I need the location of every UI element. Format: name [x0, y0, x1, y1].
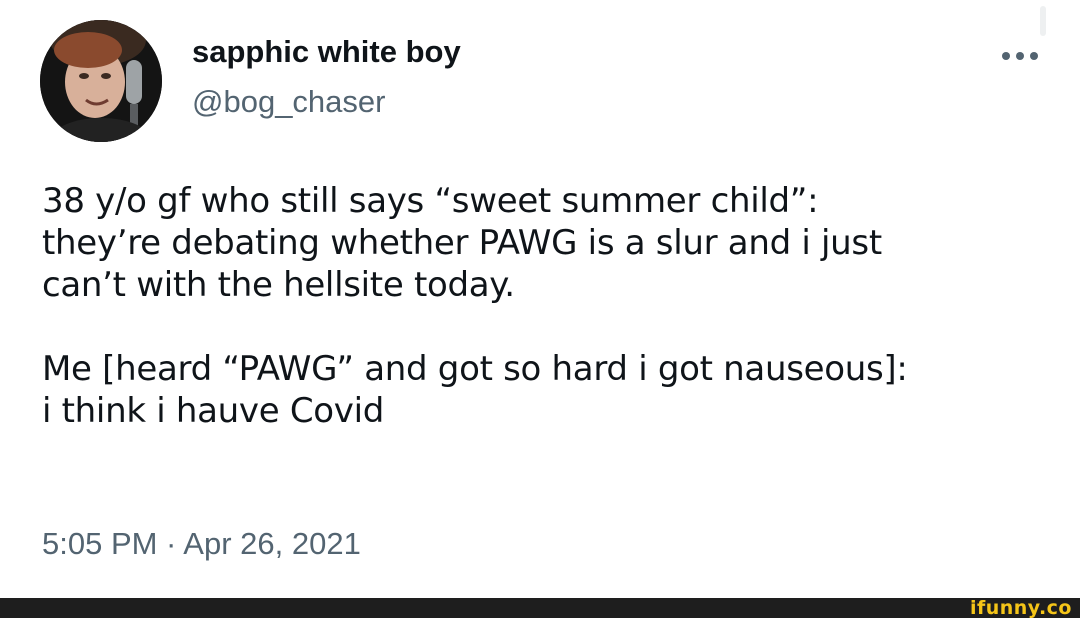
tweet-line: i think i hauve Covid: [42, 391, 385, 431]
display-name[interactable]: sapphic white boy: [192, 34, 461, 70]
tweet-line: they’re debating whether PAWG is a slur …: [42, 223, 882, 263]
avatar-photo: [40, 20, 162, 142]
tweet-card: sapphic white boy @bog_chaser 38 y/o gf …: [0, 0, 1080, 598]
more-options-button[interactable]: [996, 42, 1044, 70]
tweet-paragraph: 38 y/o gf who still says “sweet summer c…: [42, 180, 1042, 306]
tweet-line: Me [heard “PAWG” and got so hard i got n…: [42, 349, 908, 389]
ifunny-watermark: ifunny.co: [969, 597, 1072, 619]
tweet-text: 38 y/o gf who still says “sweet summer c…: [42, 180, 1042, 432]
scroll-indicator: [1040, 6, 1046, 36]
tweet-line: can’t with the hellsite today.: [42, 265, 515, 305]
tweet-paragraph: Me [heard “PAWG” and got so hard i got n…: [42, 348, 1042, 432]
user-handle[interactable]: @bog_chaser: [192, 84, 385, 120]
tweet-line: 38 y/o gf who still says “sweet summer c…: [42, 181, 819, 221]
tweet-timestamp[interactable]: 5:05 PM · Apr 26, 2021: [42, 526, 361, 562]
watermark-bar: ifunny.co: [0, 598, 1080, 618]
more-horizontal-icon: [1016, 52, 1024, 60]
more-horizontal-icon: [1030, 52, 1038, 60]
more-horizontal-icon: [1002, 52, 1010, 60]
avatar[interactable]: [40, 20, 162, 142]
